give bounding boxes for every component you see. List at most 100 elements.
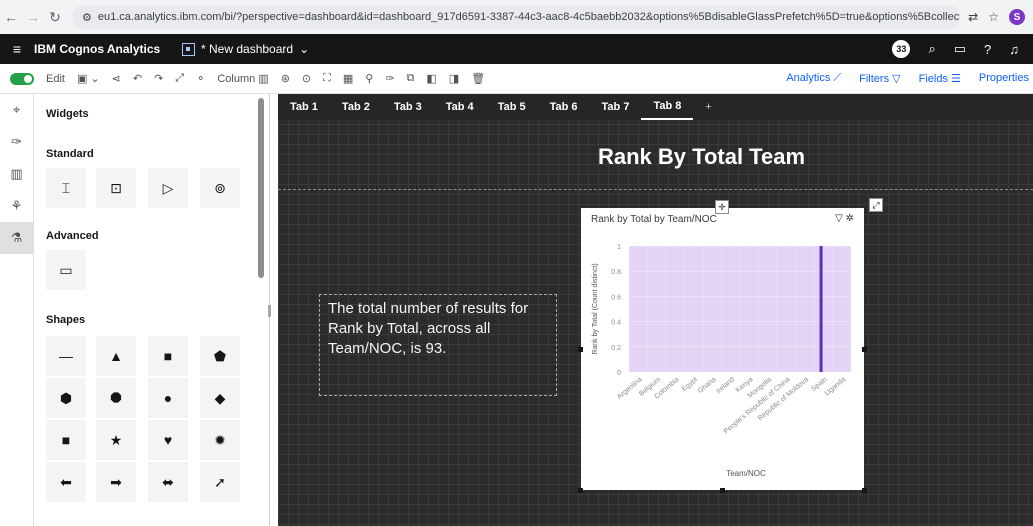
add-tab-button[interactable]: + <box>693 94 723 120</box>
triangle-shape-icon[interactable]: ▲ <box>96 336 136 376</box>
connect-icon[interactable]: ⚬ <box>196 72 205 85</box>
webpage-widget-icon[interactable]: ⊚ <box>200 168 240 208</box>
hexagon-shape-icon[interactable]: ⬢ <box>46 378 86 418</box>
y-tick-label: 0 <box>617 370 621 377</box>
folder-widget-icon[interactable]: ▭ <box>46 250 86 290</box>
widgets-icon[interactable]: ⚗ <box>0 222 33 254</box>
visualizations-icon[interactable]: ▥ <box>0 158 33 190</box>
text-widget-icon[interactable]: ⌶ <box>46 168 86 208</box>
tab-8[interactable]: Tab 8 <box>641 94 694 120</box>
bar <box>722 246 740 372</box>
analytics-button[interactable]: Analytics ⟋ <box>786 72 841 85</box>
tab-4[interactable]: Tab 4 <box>434 94 486 120</box>
app-header: ≡ IBM Cognos Analytics * New dashboard ⌄… <box>0 34 1033 64</box>
burst-shape-icon[interactable]: ✹ <box>200 420 240 460</box>
search-icon[interactable]: ⌕ <box>928 41 935 57</box>
assistant-icon[interactable]: ⚘ <box>0 190 33 222</box>
filters-button[interactable]: Filters ▽ <box>859 72 900 85</box>
dashboard-canvas[interactable]: Tab 1 Tab 2 Tab 3 Tab 4 Tab 5 Tab 6 Tab 7 Tab 8… <box>278 94 1033 526</box>
undo-icon[interactable]: ↶ <box>133 72 142 85</box>
line-shape-icon[interactable]: — <box>46 336 86 376</box>
y-tick-label: 0.6 <box>611 294 621 301</box>
delete-icon[interactable]: 🗑 <box>471 72 485 85</box>
circle-shape-icon[interactable]: ● <box>148 378 188 418</box>
tab-1[interactable]: Tab 1 <box>278 94 330 120</box>
resize-handle-bottom[interactable] <box>720 488 725 493</box>
timer-icon[interactable]: ⊙ <box>302 72 311 85</box>
square-shape-icon[interactable]: ■ <box>148 336 188 376</box>
bar <box>796 246 814 372</box>
arrow-left-shape-icon[interactable]: ⬅ <box>46 462 86 502</box>
dashboard-icon <box>182 42 195 56</box>
tab-3[interactable]: Tab 3 <box>382 94 434 120</box>
summary-text-widget[interactable]: The total number of results for Rank by … <box>319 294 557 396</box>
bring-front-icon[interactable]: ◧ <box>426 72 436 85</box>
redo-icon[interactable]: ↷ <box>154 72 163 85</box>
profile-avatar[interactable]: S <box>1009 9 1025 25</box>
y-tick-label: 0.8 <box>611 269 621 276</box>
help-icon[interactable]: ? <box>984 42 991 57</box>
pentagon-shape-icon[interactable]: ⬟ <box>200 336 240 376</box>
palette-icon[interactable]: ⊛ <box>281 72 290 85</box>
panel-resize-handle[interactable] <box>268 305 271 317</box>
chat-icon[interactable]: ▭ <box>954 41 966 57</box>
edit-label[interactable]: Edit <box>46 73 65 85</box>
site-settings-icon[interactable]: ⚙ <box>82 11 92 24</box>
bar <box>740 246 758 372</box>
column-chart-button[interactable]: Column ▥ <box>217 72 268 85</box>
url-field[interactable]: ⚙ eu1.ca.analytics.ibm.com/bi/?perspecti… <box>72 5 961 29</box>
fields-button[interactable]: Fields ☰ <box>919 72 961 85</box>
hamburger-menu-icon[interactable]: ≡ <box>0 41 34 57</box>
bookmark-star-icon[interactable]: ☆ <box>988 10 999 24</box>
arrow-right-shape-icon[interactable]: ➡ <box>96 462 136 502</box>
chart-widget[interactable]: ✛ ⤢ Rank by Total by Team/NOC ▽ ✲ 0 0.2 0.… <box>578 198 883 493</box>
tab-2[interactable]: Tab 2 <box>330 94 382 120</box>
data-sources-icon[interactable]: ⌖ <box>0 94 33 126</box>
star-shape-icon[interactable]: ★ <box>96 420 136 460</box>
bar <box>685 246 703 372</box>
diamond-shape-icon[interactable]: ◆ <box>200 378 240 418</box>
resize-handle-left[interactable] <box>578 347 583 352</box>
dashboard-selector[interactable]: * New dashboard ⌄ <box>182 42 309 56</box>
rounded-square-shape-icon[interactable]: ■ <box>46 420 86 460</box>
pin-icon[interactable]: ✑ <box>385 72 394 85</box>
resize-handle-bottom-left[interactable] <box>578 488 583 493</box>
widgets-heading: Widgets <box>46 108 89 120</box>
url-text: eu1.ca.analytics.ibm.com/bi/?perspective… <box>97 11 960 23</box>
notification-badge[interactable]: 33 <box>892 40 911 58</box>
bar-chart: 00.20.40.60.81ArgentinaBelgiumColombia Eg… <box>592 244 851 478</box>
expand-icon[interactable]: ⤢ <box>869 198 883 212</box>
media-widget-icon[interactable]: ▷ <box>148 168 188 208</box>
panel-scrollbar[interactable] <box>258 98 264 278</box>
bell-icon[interactable]: ♫ <box>1009 42 1019 57</box>
reload-icon[interactable]: ↻ <box>44 9 66 26</box>
send-back-icon[interactable]: ◨ <box>449 72 459 85</box>
pin-board-icon[interactable]: ✑ <box>0 126 33 158</box>
bar <box>629 246 647 372</box>
tab-6[interactable]: Tab 6 <box>538 94 590 120</box>
save-icon[interactable]: ▣ ⌄ <box>77 72 100 85</box>
curved-arrow-shape-icon[interactable]: ➚ <box>200 462 240 502</box>
bar <box>759 246 777 372</box>
properties-button[interactable]: Properties <box>979 72 1029 85</box>
tab-5[interactable]: Tab 5 <box>486 94 538 120</box>
edit-toggle[interactable] <box>10 72 34 85</box>
grid-icon[interactable]: ▦ <box>343 72 353 85</box>
tab-7[interactable]: Tab 7 <box>590 94 642 120</box>
widgets-panel: Widgets Standard ⌶ ⊡ ▷ ⊚ Advanced ▭ Shap… <box>34 94 270 526</box>
heart-shape-icon[interactable]: ♥ <box>148 420 188 460</box>
octagon-shape-icon[interactable]: ⯃ <box>96 378 136 418</box>
resize-handle-right[interactable] <box>862 347 867 352</box>
canvas-title[interactable]: Rank By Total Team <box>598 144 805 170</box>
forward-icon[interactable]: → <box>22 9 44 25</box>
filter-drill-icon[interactable]: ⚲ <box>365 72 373 85</box>
share-icon[interactable]: ⋖ <box>112 72 121 85</box>
translate-icon[interactable]: ⇄ <box>968 10 978 24</box>
back-icon[interactable]: ← <box>0 9 22 25</box>
copy-icon[interactable]: ⧉ <box>407 72 415 85</box>
resize-handle-bottom-right[interactable] <box>862 488 867 493</box>
image-widget-icon[interactable]: ⊡ <box>96 168 136 208</box>
focus-icon[interactable]: ⛶ <box>323 72 331 85</box>
double-arrow-shape-icon[interactable]: ⬌ <box>148 462 188 502</box>
fullscreen-icon[interactable]: ⤢ <box>175 72 184 85</box>
